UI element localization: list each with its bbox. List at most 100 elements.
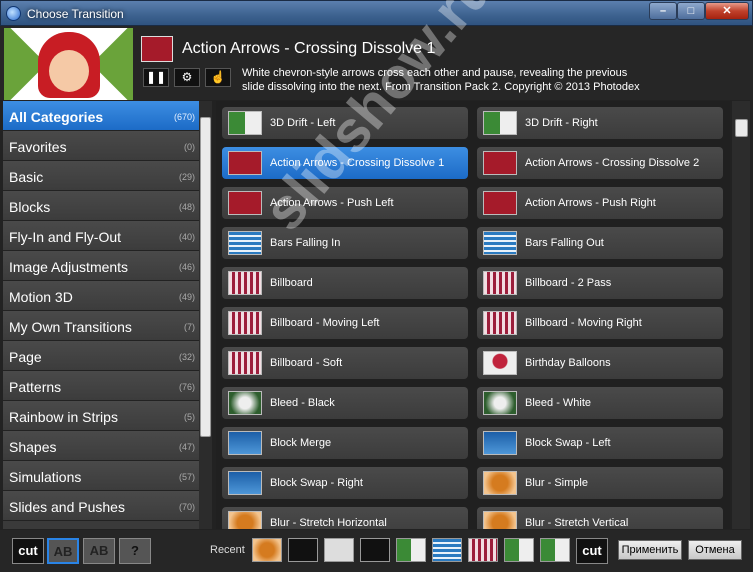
category-label: Shapes	[9, 439, 57, 455]
category-count: (70)	[178, 502, 195, 512]
category-label: Motion 3D	[9, 289, 73, 305]
category-item[interactable]: Rainbow in Strips (5)	[3, 401, 199, 431]
transition-thumbnail-icon	[483, 111, 517, 135]
transition-item[interactable]: Billboard - 2 Pass	[477, 267, 723, 299]
transition-label: Action Arrows - Crossing Dissolve 1	[270, 157, 445, 169]
ab-button-selected[interactable]: AB	[47, 538, 79, 564]
transition-label: Bars Falling In	[270, 237, 341, 249]
transition-thumbnail-icon	[483, 151, 517, 175]
recent-transition-1[interactable]	[252, 538, 282, 562]
transition-label: Bleed - White	[525, 397, 592, 409]
category-item[interactable]: Patterns (76)	[3, 371, 199, 401]
category-item[interactable]: Shapes (47)	[3, 431, 199, 461]
recent-transition-9[interactable]	[540, 538, 570, 562]
transition-item[interactable]: Billboard - Moving Left	[222, 307, 468, 339]
transition-item[interactable]: Billboard - Soft	[222, 347, 468, 379]
transition-item[interactable]: Birthday Balloons	[477, 347, 723, 379]
recent-transition-4[interactable]	[360, 538, 390, 562]
bottom-toolbar: cut AB AB ? Recent cut Применить Отмена	[0, 530, 753, 572]
recent-transition-3[interactable]	[324, 538, 354, 562]
transition-thumbnail-icon	[228, 391, 262, 415]
transition-label: Billboard - 2 Pass	[525, 277, 612, 289]
help-button[interactable]: ?	[119, 538, 151, 564]
transition-label: Blur - Simple	[525, 477, 588, 489]
recent-transition-7[interactable]	[468, 538, 498, 562]
title-bar: Choose Transition – □ ✕	[0, 0, 753, 26]
category-label: Image Adjustments	[9, 259, 129, 275]
category-count: (49)	[178, 292, 195, 302]
category-label: All Categories	[9, 109, 104, 125]
transition-item[interactable]: Blur - Simple	[477, 467, 723, 499]
category-item[interactable]: Simulations (57)	[3, 461, 199, 491]
transition-thumbnail-icon	[483, 431, 517, 455]
category-item[interactable]: Blocks (48)	[3, 191, 199, 221]
pause-button[interactable]: ❚❚	[143, 68, 169, 87]
category-item[interactable]: Basic (29)	[3, 161, 199, 191]
ab-button[interactable]: AB	[83, 538, 115, 564]
pointer-button[interactable]: ☝	[205, 68, 231, 87]
category-item[interactable]: All Categories (670)	[3, 101, 199, 131]
settings-button[interactable]: ⚙	[174, 68, 200, 87]
minimize-button[interactable]: –	[649, 2, 677, 20]
transition-item[interactable]: Action Arrows - Crossing Dissolve 1	[222, 147, 468, 179]
transition-label: Block Swap - Left	[525, 437, 611, 449]
category-count: (0)	[184, 142, 195, 152]
category-item[interactable]: Image Adjustments (46)	[3, 251, 199, 281]
window-title: Choose Transition	[27, 7, 124, 21]
transition-thumbnail-icon	[228, 151, 262, 175]
transition-item[interactable]: Blur - Stretch Vertical	[477, 507, 723, 529]
recent-transition-2[interactable]	[288, 538, 318, 562]
transition-item[interactable]: Block Merge	[222, 427, 468, 459]
category-label: Favorites	[9, 139, 67, 155]
transition-item[interactable]: 3D Drift - Left	[222, 107, 468, 139]
transition-item[interactable]: Bleed - Black	[222, 387, 468, 419]
transition-label: Action Arrows - Push Left	[270, 197, 394, 209]
transition-item[interactable]: Action Arrows - Crossing Dissolve 2	[477, 147, 723, 179]
transition-item[interactable]: Billboard - Moving Right	[477, 307, 723, 339]
transition-thumbnail-icon	[228, 351, 262, 375]
category-item[interactable]: Page (32)	[3, 341, 199, 371]
transition-item[interactable]: Bleed - White	[477, 387, 723, 419]
category-item[interactable]: Motion 3D (49)	[3, 281, 199, 311]
category-label: Page	[9, 349, 42, 365]
category-count: (32)	[178, 352, 195, 362]
category-count: (48)	[178, 202, 195, 212]
maximize-button[interactable]: □	[677, 2, 705, 20]
app-icon	[6, 6, 21, 21]
transition-item[interactable]: Action Arrows - Push Left	[222, 187, 468, 219]
transition-thumbnail-icon	[483, 191, 517, 215]
category-scrollbar[interactable]	[199, 101, 212, 529]
transition-item[interactable]: Bars Falling Out	[477, 227, 723, 259]
transition-label: Action Arrows - Crossing Dissolve 2	[525, 157, 700, 169]
transition-item[interactable]: Blur - Stretch Horizontal	[222, 507, 468, 529]
category-item[interactable]: Favorites (0)	[3, 131, 199, 161]
cut-button[interactable]: cut	[12, 538, 44, 564]
transition-label: Bars Falling Out	[525, 237, 604, 249]
recent-transition-5[interactable]	[396, 538, 426, 562]
transition-item[interactable]: Bars Falling In	[222, 227, 468, 259]
category-scroll-thumb[interactable]	[200, 117, 211, 437]
category-list: All Categories (670) Favorites (0) Basic (29)…	[3, 101, 199, 529]
apply-button[interactable]: Применить	[618, 540, 682, 560]
transition-scroll-thumb[interactable]	[735, 119, 748, 137]
category-count: (29)	[178, 172, 195, 182]
category-item[interactable]: Slides and Pushes (70)	[3, 491, 199, 521]
recent-transition-6[interactable]	[432, 538, 462, 562]
transition-thumbnail-icon	[483, 511, 517, 529]
transition-label: Blur - Stretch Horizontal	[270, 517, 387, 529]
category-item[interactable]: My Own Transitions (7)	[3, 311, 199, 341]
transition-item[interactable]: 3D Drift - Right	[477, 107, 723, 139]
transition-item[interactable]: Billboard	[222, 267, 468, 299]
transition-item[interactable]: Action Arrows - Push Right	[477, 187, 723, 219]
transition-thumbnail-icon	[228, 471, 262, 495]
transition-thumbnail-icon	[483, 311, 517, 335]
transition-item[interactable]: Block Swap - Right	[222, 467, 468, 499]
close-button[interactable]: ✕	[705, 2, 749, 20]
category-item[interactable]: Fly-In and Fly-Out (40)	[3, 221, 199, 251]
recent-transition-8[interactable]	[504, 538, 534, 562]
recent-cut-button[interactable]: cut	[576, 538, 608, 564]
transition-scrollbar[interactable]	[732, 101, 750, 529]
cancel-button[interactable]: Отмена	[688, 540, 742, 560]
transition-label: Billboard - Moving Right	[525, 317, 642, 329]
transition-item[interactable]: Block Swap - Left	[477, 427, 723, 459]
